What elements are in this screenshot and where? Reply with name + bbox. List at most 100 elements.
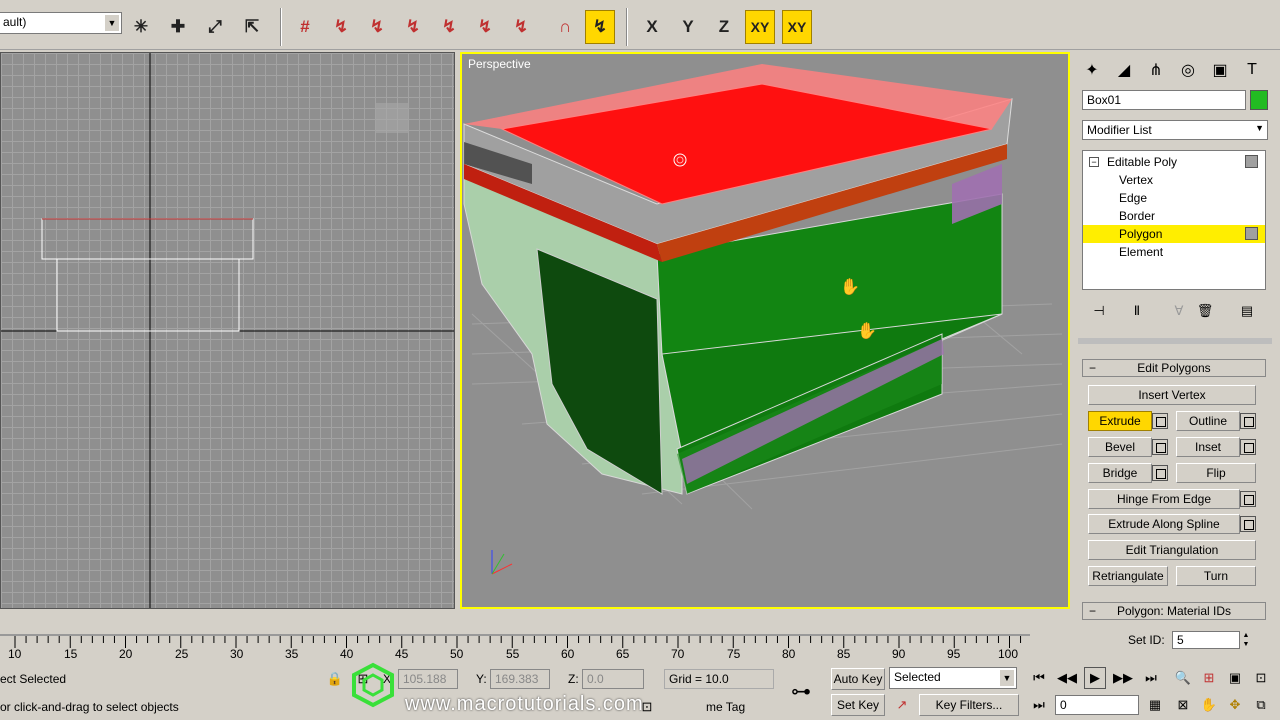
auto-key-button[interactable]: Auto Key (831, 668, 885, 690)
snap-axis-xy-icon[interactable]: ↯ (585, 10, 615, 44)
snap-bbox-icon[interactable]: ↯ (470, 10, 500, 44)
material-ids-rollout-header[interactable]: − Polygon: Material IDs (1082, 602, 1266, 620)
zoom-all-icon[interactable]: ⊞ (1198, 667, 1220, 689)
bevel-settings-button[interactable] (1152, 439, 1168, 455)
show-end-result-icon[interactable]: Ⅱ (1126, 300, 1148, 322)
snap-center-icon[interactable]: ↯ (506, 10, 536, 44)
hinge-settings-button[interactable] (1240, 491, 1256, 507)
perspective-viewport[interactable]: Perspective ✋ ✋ (460, 52, 1070, 609)
go-to-start-icon[interactable]: ⏮ (1028, 667, 1050, 689)
snap-pivot-icon[interactable]: ↯ (326, 10, 356, 44)
magnet-icon[interactable]: ∩ (550, 10, 580, 44)
utilities-tab-icon[interactable]: T (1238, 56, 1266, 84)
hinge-from-edge-button[interactable]: Hinge From Edge (1088, 489, 1240, 509)
select-by-name-icon[interactable]: ✳ (126, 10, 156, 44)
stack-item-label: Element (1119, 245, 1164, 259)
lock-selection-icon[interactable]: 🔒 (324, 668, 346, 690)
extrude-button[interactable]: Extrude (1088, 411, 1152, 431)
create-tab-icon[interactable]: ✦ (1078, 56, 1106, 84)
select-icon[interactable]: ⇱ (237, 10, 267, 44)
orbit-icon[interactable]: ✥ (1224, 694, 1246, 716)
modify-tab-icon[interactable]: ◢ (1110, 56, 1138, 84)
maximize-viewport-icon[interactable]: ⧉ (1250, 694, 1272, 716)
motion-tab-icon[interactable]: ◎ (1174, 56, 1202, 84)
stack-item-border[interactable]: Border (1083, 207, 1265, 225)
rotate-icon[interactable]: ⤢ (200, 10, 230, 44)
add-time-tag-label[interactable]: me Tag (706, 700, 745, 714)
previous-frame-icon[interactable]: ◀◀ (1056, 667, 1078, 689)
inset-button[interactable]: Inset (1176, 437, 1240, 457)
zoom-extents-icon[interactable]: ▣ (1224, 667, 1246, 689)
object-color-swatch[interactable] (1250, 90, 1268, 110)
timeline[interactable]: 10 15 20 25 30 35 40 45 50 55 60 65 70 7… (0, 634, 1030, 664)
inset-settings-button[interactable] (1240, 439, 1256, 455)
bridge-button[interactable]: Bridge (1088, 463, 1152, 483)
outline-settings-button[interactable] (1240, 413, 1256, 429)
y-coord-field[interactable]: 169.383 (490, 669, 550, 689)
stack-item-editable-poly[interactable]: − Editable Poly (1083, 153, 1265, 171)
axis-z-button[interactable]: Z (709, 10, 739, 44)
front-viewport[interactable] (0, 52, 455, 609)
axis-x-button[interactable]: X (637, 10, 667, 44)
set-id-spinner[interactable]: 5 (1172, 631, 1240, 649)
outline-button[interactable]: Outline (1176, 411, 1240, 431)
snap-edge-icon[interactable]: ↯ (398, 10, 428, 44)
z-coord-field[interactable]: 0.0 (582, 669, 644, 689)
key-filters-button[interactable]: Key Filters... (919, 694, 1019, 716)
set-key-button[interactable]: Set Key (831, 694, 885, 716)
current-frame-field[interactable]: 0 (1055, 695, 1139, 715)
play-icon[interactable]: ▶ (1084, 667, 1106, 689)
turn-button[interactable]: Turn (1176, 566, 1256, 586)
make-unique-icon[interactable]: ∀ (1168, 300, 1190, 322)
edit-triangulation-button[interactable]: Edit Triangulation (1088, 540, 1256, 560)
extrude-along-spline-button[interactable]: Extrude Along Spline (1088, 514, 1240, 534)
go-to-end-icon[interactable]: ⏭ (1140, 667, 1162, 689)
axis-xy-cycle-button[interactable]: XY (782, 10, 812, 44)
zoom-extents-all-icon[interactable]: ⊡ (1250, 667, 1272, 689)
snap-face-icon[interactable]: ↯ (434, 10, 464, 44)
key-mode-dropdown[interactable]: Selected ▼ (889, 667, 1017, 689)
pan-icon[interactable]: ✋ (1198, 694, 1220, 716)
stack-item-polygon[interactable]: Polygon (1083, 225, 1265, 243)
extrude-along-spline-settings-button[interactable] (1240, 516, 1256, 532)
retriangulate-button[interactable]: Retriangulate (1088, 566, 1168, 586)
display-tab-icon[interactable]: ▣ (1206, 56, 1234, 84)
key-mode-toggle-icon[interactable]: ⏭ (1028, 694, 1050, 716)
next-frame-icon[interactable]: ▶▶ (1112, 667, 1134, 689)
bevel-button[interactable]: Bevel (1088, 437, 1152, 457)
tick-label: 60 (561, 647, 575, 661)
extrude-settings-button[interactable] (1152, 413, 1168, 429)
axis-xy-button[interactable]: XY (745, 10, 775, 44)
modifier-list-dropdown[interactable]: Modifier List ▼ (1082, 120, 1268, 140)
stack-toggle-icon[interactable] (1245, 227, 1258, 240)
bridge-settings-button[interactable] (1152, 465, 1168, 481)
stack-item-vertex[interactable]: Vertex (1083, 171, 1265, 189)
zoom-icon[interactable]: 🔍 (1172, 667, 1194, 689)
flip-button[interactable]: Flip (1176, 463, 1256, 483)
stack-toggle-icon[interactable] (1245, 155, 1258, 168)
move-icon[interactable]: ✚ (163, 10, 193, 44)
stack-item-element[interactable]: Element (1083, 243, 1265, 261)
object-name-field[interactable]: Box01 (1082, 90, 1246, 110)
snap-vertex-icon[interactable]: ↯ (362, 10, 392, 44)
field-of-view-icon[interactable]: ⊠ (1172, 694, 1194, 716)
key-tangent-icon[interactable]: ↗ (891, 694, 913, 716)
insert-vertex-button[interactable]: Insert Vertex (1088, 385, 1256, 405)
pin-stack-icon[interactable]: ⊣ (1088, 300, 1110, 322)
hierarchy-tab-icon[interactable]: ⋔ (1142, 56, 1170, 84)
spinner-arrows-icon[interactable]: ▲ ▼ (1240, 631, 1252, 649)
chevron-down-icon[interactable]: ▼ (1000, 670, 1014, 686)
key-icon[interactable]: ⊶ (790, 680, 812, 703)
axis-y-button[interactable]: Y (673, 10, 703, 44)
chevron-down-icon[interactable]: ▼ (105, 15, 119, 31)
collapse-icon[interactable]: − (1089, 157, 1099, 167)
edit-polygons-rollout-header[interactable]: − Edit Polygons (1082, 359, 1266, 377)
snap-grid-icon[interactable]: # (290, 10, 320, 44)
chevron-down-icon[interactable]: ▼ (1255, 123, 1264, 133)
x-coord-field[interactable]: 105.188 (398, 669, 458, 689)
remove-modifier-icon[interactable]: 🗑 (1194, 300, 1216, 322)
stack-item-edge[interactable]: Edge (1083, 189, 1265, 207)
time-config-icon[interactable]: ▦ (1144, 694, 1166, 716)
selection-filter-dropdown[interactable]: ault) ▼ (0, 12, 122, 34)
configure-sets-icon[interactable]: ▤ (1236, 300, 1258, 322)
